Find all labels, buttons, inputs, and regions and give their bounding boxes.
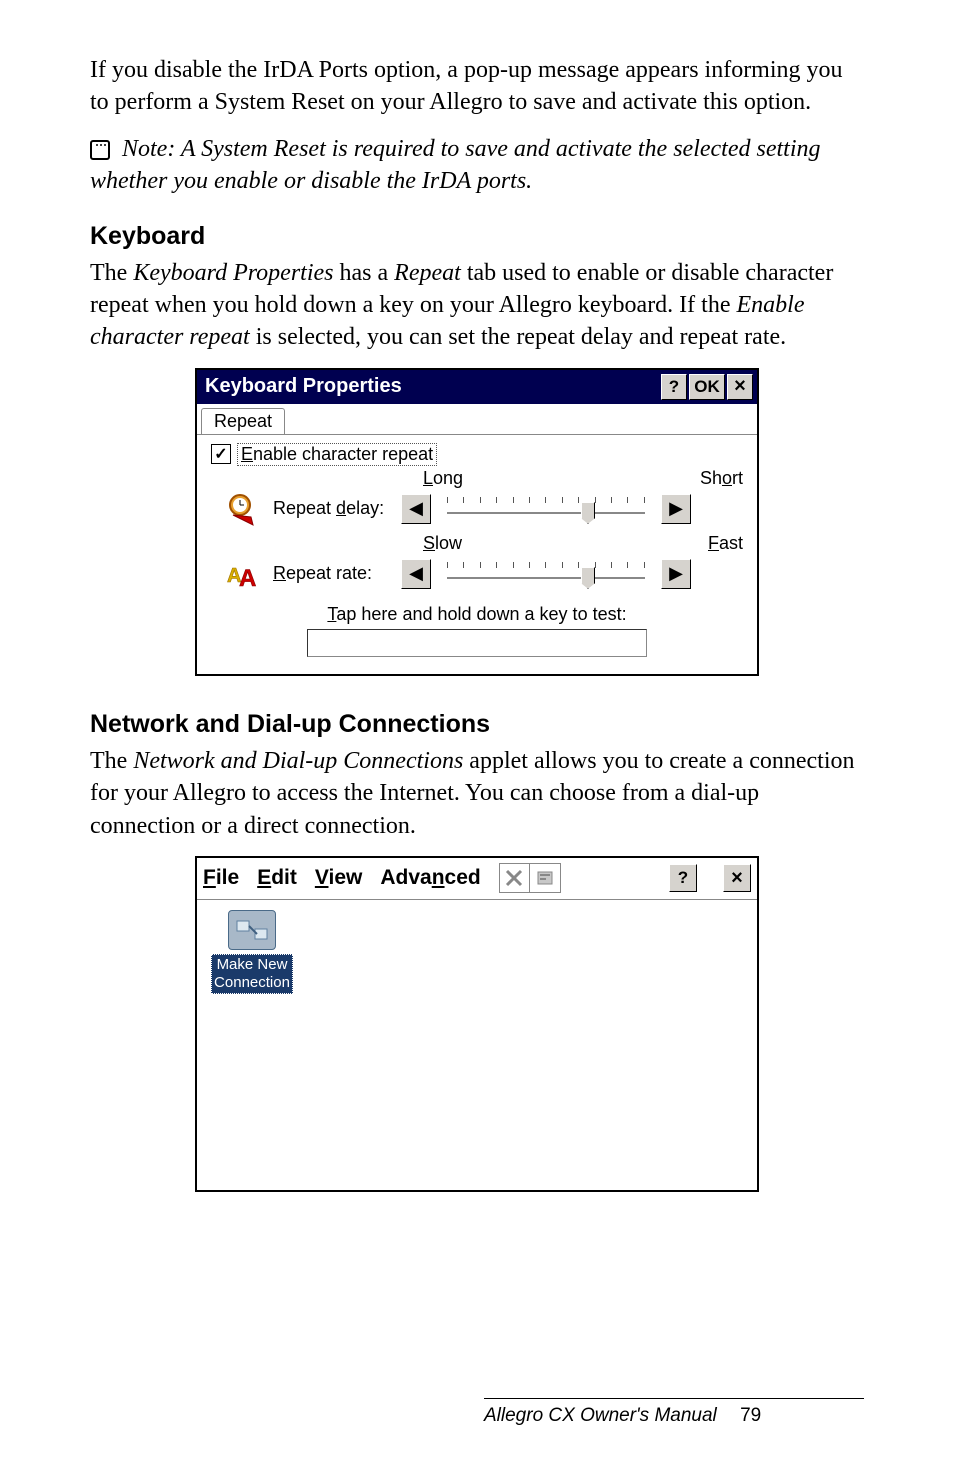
repeat-delay-label: Repeat delay:	[273, 498, 391, 519]
menu-bar: File Edit View Advanced ? ×	[197, 858, 757, 900]
network-connections-window: File Edit View Advanced ? × Make New	[195, 856, 759, 1192]
keyboard-properties-screenshot: Keyboard Properties ? OK × Repeat ✓ Enab…	[90, 368, 864, 676]
keyboard-properties-window: Keyboard Properties ? OK × Repeat ✓ Enab…	[195, 368, 759, 676]
test-input[interactable]	[307, 629, 647, 657]
make-new-connection-item[interactable]: Make New Connection	[207, 910, 297, 994]
connection-icon	[228, 910, 276, 950]
footer-title: Allegro CX Owner's Manual	[484, 1405, 717, 1426]
close-button[interactable]: ×	[723, 864, 751, 892]
rate-slider[interactable]	[441, 559, 651, 589]
slow-label: Slow	[423, 533, 503, 554]
clock-icon	[223, 489, 263, 529]
note-paragraph: Note: A System Reset is required to save…	[90, 133, 864, 198]
client-area: Make New Connection	[197, 900, 757, 1004]
tab-repeat[interactable]: Repeat	[201, 408, 285, 434]
enable-repeat-label: Enable character repeat	[237, 443, 437, 466]
properties-icon[interactable]	[530, 864, 560, 892]
intro-paragraph: If you disable the IrDA Ports option, a …	[90, 54, 864, 119]
delete-icon[interactable]	[500, 864, 530, 892]
note-text: Note: A System Reset is required to save…	[90, 136, 820, 194]
test-label: Tap here and hold down a key to test:	[211, 604, 743, 625]
close-button[interactable]: ×	[727, 374, 753, 400]
heading-network: Network and Dial-up Connections	[90, 710, 864, 739]
page-footer: Allegro CX Owner's Manual 79	[484, 1398, 864, 1427]
long-label: Long	[423, 468, 503, 489]
delay-increase-button[interactable]: ▶	[661, 494, 691, 524]
toolbar-icons	[499, 863, 561, 893]
ok-button[interactable]: OK	[689, 374, 725, 400]
rate-increase-button[interactable]: ▶	[661, 559, 691, 589]
menu-view[interactable]: View	[315, 866, 363, 890]
help-button[interactable]: ?	[661, 374, 687, 400]
heading-keyboard: Keyboard	[90, 222, 864, 251]
footer-page-number: 79	[740, 1405, 761, 1426]
titlebar: Keyboard Properties ? OK ×	[197, 370, 757, 404]
make-new-connection-label: Make New Connection	[211, 954, 293, 994]
menu-advanced[interactable]: Advanced	[380, 866, 480, 890]
fast-label: Fast	[671, 533, 743, 554]
tab-row: Repeat	[197, 404, 757, 435]
delay-slider[interactable]	[441, 494, 651, 524]
svg-text:A: A	[239, 565, 256, 592]
network-connections-screenshot: File Edit View Advanced ? × Make New	[90, 856, 864, 1192]
note-icon	[90, 140, 110, 160]
help-button[interactable]: ?	[669, 864, 697, 892]
network-paragraph: The Network and Dial-up Connections appl…	[90, 745, 864, 842]
repeat-icon: AA	[223, 554, 263, 594]
window-title: Keyboard Properties	[201, 375, 659, 398]
delay-decrease-button[interactable]: ◀	[401, 494, 431, 524]
keyboard-paragraph: The Keyboard Properties has a Repeat tab…	[90, 257, 864, 354]
enable-repeat-checkbox[interactable]: ✓	[211, 444, 231, 464]
repeat-rate-label: Repeat rate:	[273, 563, 391, 584]
menu-edit[interactable]: Edit	[257, 866, 297, 890]
menu-file[interactable]: File	[203, 866, 239, 890]
short-label: Short	[671, 468, 743, 489]
panel: ✓ Enable character repeat Long Short Rep…	[197, 435, 757, 674]
rate-decrease-button[interactable]: ◀	[401, 559, 431, 589]
